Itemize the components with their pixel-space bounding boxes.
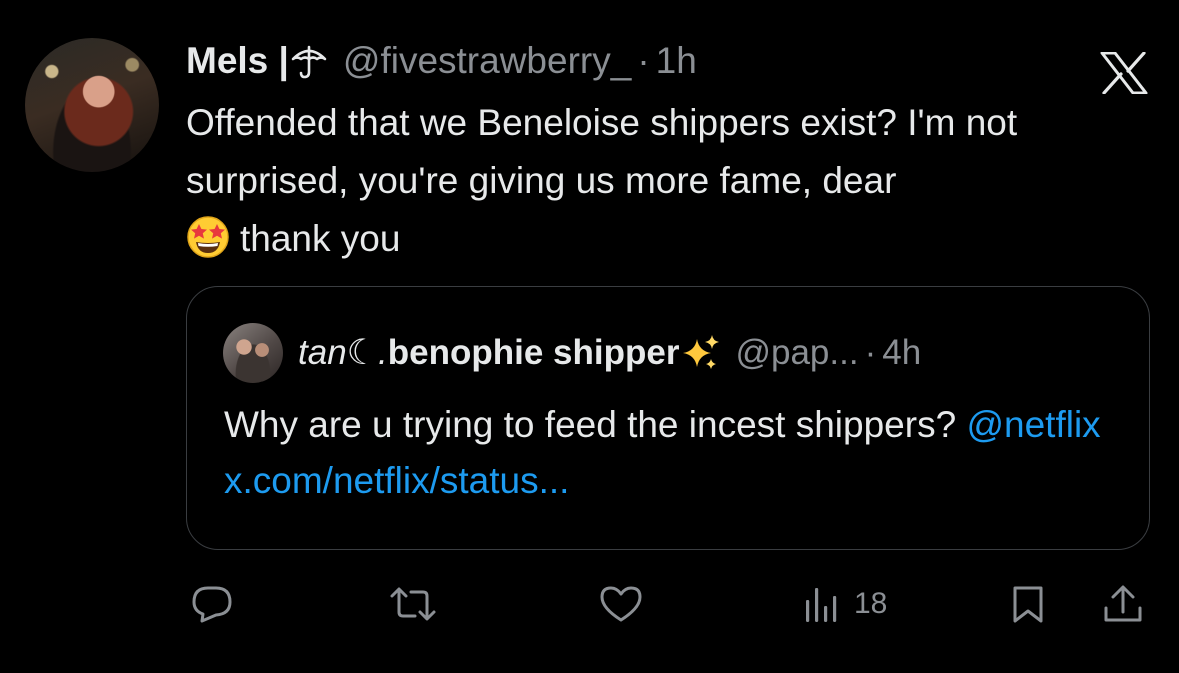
tweet-text-end: thank you bbox=[240, 218, 401, 259]
quoted-author-name-prefix[interactable]: tan☾. bbox=[298, 333, 388, 373]
status-link[interactable]: x.com/netflix/status... bbox=[224, 460, 569, 501]
quoted-tweet-header: tan☾. benophie shipper @pap... · 4h bbox=[298, 331, 921, 375]
like-icon bbox=[598, 584, 644, 624]
avatar[interactable] bbox=[25, 38, 159, 172]
views-count: 18 bbox=[854, 587, 888, 620]
bookmark-icon bbox=[1010, 584, 1046, 624]
star-struck-emoji bbox=[186, 215, 230, 259]
x-logo-icon[interactable] bbox=[1100, 51, 1148, 95]
quoted-timestamp[interactable]: 4h bbox=[882, 333, 921, 373]
retweet-button[interactable] bbox=[388, 580, 438, 628]
retweet-icon bbox=[388, 584, 438, 624]
quoted-tweet-text: Why are u trying to feed the incest ship… bbox=[224, 397, 1124, 509]
mention-link[interactable]: @netflix bbox=[966, 404, 1100, 445]
umbrella-icon bbox=[289, 41, 329, 81]
author-handle[interactable]: @fivestrawberry_ bbox=[343, 40, 631, 82]
tweet[interactable]: Mels | @fivestrawberry_ · 1h Offended th… bbox=[0, 0, 1179, 673]
quoted-separator-dot: · bbox=[864, 333, 877, 372]
reply-icon bbox=[190, 584, 234, 624]
quoted-author-name[interactable]: benophie shipper bbox=[388, 333, 680, 373]
separator-dot: · bbox=[637, 40, 650, 81]
tweet-text-main: Offended that we Beneloise shippers exis… bbox=[186, 102, 1018, 201]
share-icon bbox=[1102, 584, 1144, 624]
tweet-header: Mels | @fivestrawberry_ · 1h bbox=[186, 36, 697, 86]
quoted-tweet[interactable]: tan☾. benophie shipper @pap... · 4h Why … bbox=[186, 286, 1150, 550]
tweet-timestamp[interactable]: 1h bbox=[656, 40, 697, 82]
action-bar: 18 bbox=[0, 580, 1179, 628]
quoted-avatar[interactable] bbox=[223, 323, 283, 383]
author-name[interactable]: Mels | bbox=[186, 40, 289, 82]
like-button[interactable] bbox=[598, 580, 644, 628]
tweet-text: Offended that we Beneloise shippers exis… bbox=[186, 94, 1146, 268]
sparkles-icon bbox=[681, 333, 721, 373]
quoted-author-handle[interactable]: @pap... bbox=[735, 333, 858, 373]
bookmark-button[interactable] bbox=[1010, 580, 1046, 628]
views-button[interactable]: 18 bbox=[804, 580, 887, 628]
share-button[interactable] bbox=[1102, 580, 1144, 628]
reply-button[interactable] bbox=[190, 580, 234, 628]
quoted-text-body: Why are u trying to feed the incest ship… bbox=[224, 404, 957, 445]
views-icon bbox=[804, 584, 842, 624]
